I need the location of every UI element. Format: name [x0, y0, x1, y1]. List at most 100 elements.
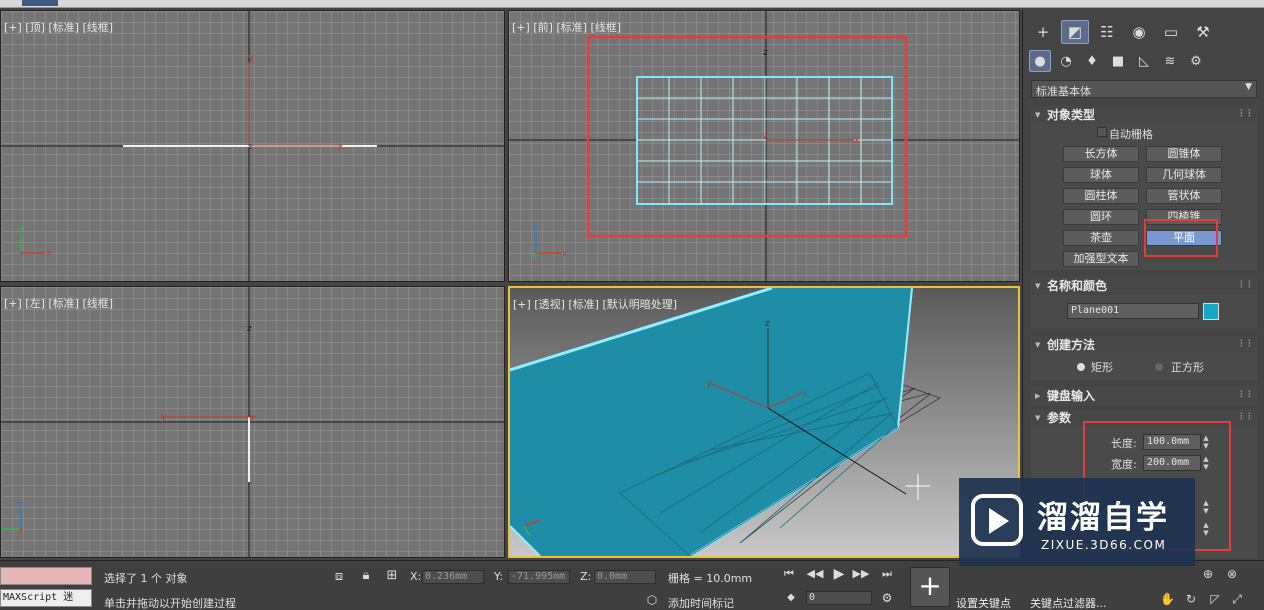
helpers-icon[interactable]: ◺ [1133, 50, 1155, 72]
cone-button[interactable]: 圆锥体 [1146, 146, 1222, 162]
svg-text:z: z [247, 324, 252, 334]
tube-button[interactable]: 管状体 [1146, 188, 1222, 204]
active-tab-marker [22, 0, 58, 6]
rollout-keyboard-entry: 键盘输入⋮⋮ [1031, 387, 1257, 405]
teapot-button[interactable]: 茶壶 [1063, 230, 1139, 246]
play-logo-icon [971, 494, 1023, 546]
time-config-icon[interactable]: ⚙ [878, 591, 896, 605]
chevron-down-icon: ▼ [1245, 82, 1252, 92]
radio-rectangle[interactable] [1077, 363, 1085, 371]
viewport-perspective[interactable]: [+] [透视] [标准] [默认明暗处理] z y x [508, 286, 1020, 558]
status-selection-text: 选择了 1 个 对象 [104, 572, 188, 585]
lights-icon[interactable]: ♦ [1081, 50, 1103, 72]
sphere-button[interactable]: 球体 [1063, 167, 1139, 183]
zoom-all-icon[interactable]: ⊗ [1224, 567, 1240, 581]
svg-text:z: z [18, 249, 23, 259]
set-key-big-button[interactable]: + [910, 567, 950, 607]
svg-text:y: y [706, 379, 712, 389]
key-mode-icon[interactable]: ◆ [784, 592, 798, 603]
rollout-creation-method: 创建方法⋮⋮ 矩形 正方形 [1031, 336, 1257, 380]
svg-text:z: z [763, 48, 768, 58]
isolate-selection-icon[interactable]: ⧈ [330, 569, 348, 584]
create-icon[interactable]: + [1029, 20, 1057, 44]
next-frame-icon[interactable]: ▶▶ [852, 567, 870, 580]
maxscript-listener-input[interactable] [0, 567, 92, 585]
orbit-icon[interactable]: ↻ [1184, 592, 1198, 606]
svg-text:y: y [248, 53, 254, 64]
svg-text:z: z [248, 142, 252, 151]
geometry-icon[interactable]: ● [1029, 50, 1051, 72]
pan-icon[interactable]: ✋ [1160, 592, 1175, 606]
add-time-tag-button[interactable]: 添加时间标记 [668, 595, 734, 610]
watermark-title: 溜溜自学 [1037, 500, 1169, 536]
rollout-object-type-header[interactable]: 对象类型⋮⋮ [1031, 106, 1257, 124]
viewport-front[interactable]: [+] [前] [标准] [线框] x y z z x y [508, 10, 1020, 282]
svg-text:x: x [249, 413, 255, 423]
y-coord-label: Y: [494, 570, 503, 583]
shapes-icon[interactable]: ◔ [1055, 50, 1077, 72]
watermark-logo: 溜溜自学 ZIXUE.3D66.COM [959, 478, 1195, 566]
x-coord-label: X: [410, 570, 422, 583]
cameras-icon[interactable]: ■ [1107, 50, 1129, 72]
viewport-top[interactable]: [+] [顶] [标准] [线框] y x z y x z [0, 10, 505, 282]
app-window: [+] [顶] [标准] [线框] y x z y x z [+] [前] [标… [0, 0, 1264, 610]
x-coord-field[interactable]: 0.236mm [422, 570, 484, 584]
cylinder-button[interactable]: 圆柱体 [1063, 188, 1139, 204]
category-dropdown-value: 标准基本体 [1036, 85, 1091, 98]
display-icon[interactable]: ▭ [1157, 20, 1185, 44]
go-to-start-icon[interactable]: ⏮ [780, 567, 798, 581]
geosphere-button[interactable]: 几何球体 [1146, 167, 1222, 183]
maximize-viewport-icon[interactable]: ⤢ [1230, 592, 1244, 607]
key-filters-button[interactable]: 关键点过滤器... [1030, 595, 1107, 610]
hierarchy-icon[interactable]: ☷ [1093, 20, 1121, 44]
radio-square-label: 正方形 [1171, 361, 1204, 374]
svg-text:y: y [763, 131, 768, 140]
fov-icon[interactable]: ◸ [1208, 592, 1222, 606]
svg-text:x: x [802, 389, 808, 399]
time-tag-icon[interactable]: ⬡ [644, 593, 660, 607]
utilities-icon[interactable]: ⚒ [1189, 20, 1217, 44]
box-button[interactable]: 长方体 [1063, 146, 1139, 162]
svg-text:z: z [18, 500, 23, 510]
svg-text:x: x [18, 526, 24, 536]
category-dropdown[interactable]: 标准基本体 ▼ [1031, 80, 1257, 98]
status-prompt-text: 单击并拖动以开始创建过程 [104, 597, 236, 610]
autogrid-label: 自动栅格 [1109, 128, 1153, 141]
viewport-left-graphics: y x z z x [1, 287, 504, 557]
space-warps-icon[interactable]: ≋ [1159, 50, 1181, 72]
object-color-swatch[interactable] [1203, 303, 1219, 320]
crosshair-cursor [906, 474, 930, 500]
torus-button[interactable]: 圆环 [1063, 209, 1139, 225]
textplus-button[interactable]: 加强型文本 [1063, 251, 1139, 267]
grid-size-text: 栅格 = 10.0mm [668, 572, 753, 585]
svg-text:z: z [533, 224, 538, 234]
absolute-mode-icon[interactable]: ⊞ [384, 568, 400, 583]
play-icon[interactable]: ▶ [830, 566, 848, 582]
autogrid-checkbox[interactable] [1097, 127, 1107, 137]
svg-text:z: z [765, 319, 770, 329]
motion-icon[interactable]: ◉ [1125, 20, 1153, 44]
lock-icon[interactable]: 🔒︎ [358, 568, 374, 583]
previous-frame-icon[interactable]: ◀◀ [806, 567, 824, 580]
y-coord-field[interactable]: -71.995mm [508, 570, 570, 584]
highlight-box-plane-button [1144, 219, 1218, 257]
set-key-label[interactable]: 设置关键点 [956, 595, 1011, 610]
rollout-keyboard-entry-header[interactable]: 键盘输入⋮⋮ [1031, 387, 1257, 405]
systems-icon[interactable]: ⚙ [1185, 50, 1207, 72]
viewport-left[interactable]: [+] [左] [标准] [线框] y x z z x [0, 286, 505, 558]
modify-icon[interactable]: ◩ [1061, 20, 1089, 44]
command-panel: + ◩ ☷ ◉ ▭ ⚒ ● ◔ ♦ ■ ◺ ≋ ⚙ 标准基本体 ▼ 对象类型⋮⋮… [1022, 10, 1264, 558]
go-to-end-icon[interactable]: ⏭ [878, 567, 896, 581]
rollout-name-color-header[interactable]: 名称和颜色⋮⋮ [1031, 277, 1257, 295]
current-frame-field[interactable]: 0 [806, 591, 872, 605]
radio-square[interactable] [1155, 363, 1163, 371]
z-coord-label: Z: [580, 570, 592, 583]
maxscript-mini-listener[interactable]: MAXScript 迷 [0, 589, 92, 607]
status-bar: MAXScript 迷 选择了 1 个 对象 单击并拖动以开始创建过程 ⧈ 🔒︎… [0, 560, 1264, 610]
rollout-creation-method-header[interactable]: 创建方法⋮⋮ [1031, 336, 1257, 354]
object-name-field[interactable]: Plane001 [1067, 303, 1199, 319]
z-coord-field[interactable]: 0.0mm [594, 570, 656, 584]
svg-text:x: x [562, 249, 568, 259]
command-panel-main-tabs: + ◩ ☷ ◉ ▭ ⚒ [1029, 20, 1217, 46]
zoom-icon[interactable]: ⊕ [1200, 567, 1216, 581]
